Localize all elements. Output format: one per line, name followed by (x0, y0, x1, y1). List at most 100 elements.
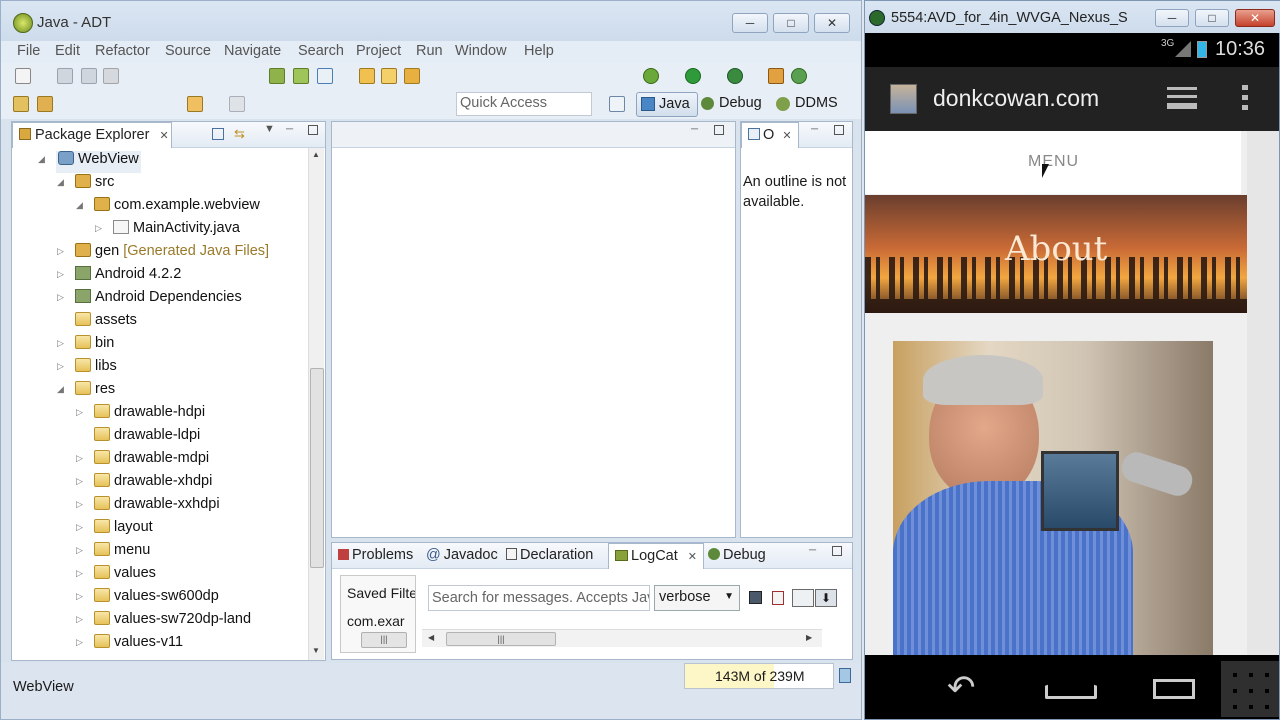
collapsed-arrow-icon[interactable]: ▷ (57, 361, 64, 372)
bottom-maximize-icon[interactable] (832, 546, 842, 556)
site-menu-button[interactable]: MENU (1028, 153, 1079, 171)
maximize-button[interactable]: □ (773, 13, 809, 33)
tree-item[interactable]: drawable-ldpi (94, 427, 200, 449)
view-menu-icon[interactable]: ▼ (264, 123, 275, 135)
filters-hscroll[interactable]: ||| (361, 632, 407, 648)
tree-scrollbar[interactable]: ▲ ▼ (308, 148, 324, 660)
open-type-icon[interactable] (13, 96, 29, 112)
expanded-arrow-icon[interactable]: ◢ (38, 154, 45, 165)
collapsed-arrow-icon[interactable]: ▷ (76, 476, 83, 487)
overflow-menu-icon[interactable] (1242, 85, 1248, 111)
expanded-arrow-icon[interactable]: ◢ (76, 200, 83, 211)
tree-item[interactable]: ▷ values-sw720dp-land (76, 611, 251, 633)
tab-debug[interactable]: Debug (702, 543, 772, 569)
open-perspective-icon[interactable] (609, 96, 625, 112)
tree-item[interactable]: ◢ src (57, 174, 114, 196)
new-xml-icon[interactable] (381, 68, 397, 84)
tree-item[interactable]: ▷ bin (57, 335, 114, 357)
tree-item[interactable]: ▷ Android 4.2.2 (57, 266, 181, 288)
collapsed-arrow-icon[interactable]: ▷ (76, 568, 83, 579)
logcat-search-input[interactable]: Search for messages. Accepts Jav (428, 585, 650, 611)
tree-item[interactable]: ▷ MainActivity.java (95, 220, 240, 242)
debug-run-icon[interactable] (643, 68, 659, 84)
collapsed-arrow-icon[interactable]: ▷ (76, 591, 83, 602)
menu-project[interactable]: Project (356, 43, 401, 59)
collapsed-arrow-icon[interactable]: ▷ (57, 269, 64, 280)
tree-item[interactable]: ◢ WebView (38, 151, 141, 173)
scroll-down-arrow-icon[interactable]: ▼ (312, 646, 320, 655)
back-icon[interactable]: ↶ (947, 671, 976, 705)
site-title[interactable]: donkcowan.com (933, 85, 1099, 112)
link-with-editor-icon[interactable]: ⇆ (234, 126, 245, 142)
page-scrollbar[interactable] (1247, 131, 1279, 655)
minimize-view-icon[interactable]: ─ (286, 124, 293, 135)
log-table-hscroll[interactable]: ◀ ||| ▶ (422, 629, 822, 647)
tree-item[interactable]: ▷ values (76, 565, 156, 587)
perspective-debug[interactable]: Debug (699, 92, 769, 117)
outline-minimize-icon[interactable]: ─ (811, 124, 818, 135)
new-test-icon[interactable] (404, 68, 420, 84)
tab-declaration[interactable]: Declaration (500, 543, 599, 569)
tree-item[interactable]: ▷ drawable-mdpi (76, 450, 209, 472)
scroll-up-arrow-icon[interactable]: ▲ (312, 150, 320, 159)
log-level-select[interactable]: verbose ▼ (654, 585, 740, 611)
print-icon[interactable] (103, 68, 119, 84)
tab-problems[interactable]: Problems (332, 543, 419, 569)
tree-item[interactable]: ▷ menu (76, 542, 150, 564)
menu-help[interactable]: Help (524, 43, 554, 59)
perspective-java[interactable]: Java (636, 92, 698, 117)
tree-item[interactable]: ▷ libs (57, 358, 117, 380)
tree-item[interactable]: ▷ drawable-xhdpi (76, 473, 212, 495)
collapsed-arrow-icon[interactable]: ▷ (76, 499, 83, 510)
home-icon[interactable] (1045, 677, 1097, 699)
editor-minimize-icon[interactable]: ─ (691, 124, 698, 135)
menu-search[interactable]: Search (298, 43, 344, 59)
tree-item[interactable]: ▷ Android Dependencies (57, 289, 242, 311)
collapsed-arrow-icon[interactable]: ▷ (57, 338, 64, 349)
filter-item[interactable]: com.exar (347, 613, 415, 629)
search-icon[interactable] (791, 68, 807, 84)
back-icon[interactable] (187, 96, 203, 112)
tabs-icon[interactable] (1167, 87, 1197, 109)
emulator-minimize-button[interactable]: ─ (1155, 9, 1189, 27)
close-logcat-icon[interactable]: ✕ (688, 551, 697, 563)
menu-refactor[interactable]: Refactor (95, 43, 150, 59)
clear-log-icon[interactable] (772, 591, 784, 605)
collapsed-arrow-icon[interactable]: ▷ (76, 522, 83, 533)
collapsed-arrow-icon[interactable]: ▷ (76, 614, 83, 625)
bottom-minimize-icon[interactable]: ─ (809, 545, 816, 556)
lint-icon[interactable] (317, 68, 333, 84)
close-outline-icon[interactable]: ✕ (782, 130, 791, 142)
menu-source[interactable]: Source (165, 43, 211, 59)
tree-item[interactable]: ▷ layout (76, 519, 153, 541)
scroll-lock-icon[interactable]: ⬇ (815, 589, 837, 607)
collapsed-arrow-icon[interactable]: ▷ (57, 292, 64, 303)
tab-package-explorer[interactable]: Package Explorer ✕ (12, 122, 172, 148)
collapse-all-icon[interactable] (212, 128, 224, 140)
forward-icon[interactable] (229, 96, 245, 112)
menu-file[interactable]: File (17, 43, 40, 59)
menu-window[interactable]: Window (455, 43, 507, 59)
save-log-icon[interactable] (749, 591, 762, 604)
minimize-button[interactable]: ─ (732, 13, 768, 33)
menu-navigate[interactable]: Navigate (224, 43, 281, 59)
maximize-view-icon[interactable] (308, 125, 318, 135)
tree-item[interactable]: ◢ res (57, 381, 115, 403)
close-tab-icon[interactable]: ✕ (159, 130, 168, 142)
gc-trash-icon[interactable] (839, 668, 851, 683)
android-sdk-icon[interactable] (269, 68, 285, 84)
new-android-project-icon[interactable] (359, 68, 375, 84)
expanded-arrow-icon[interactable]: ◢ (57, 177, 64, 188)
tab-logcat[interactable]: LogCat ✕ (608, 543, 705, 569)
scroll-left-arrow-icon[interactable]: ◀ (428, 633, 434, 642)
quick-access-input[interactable]: Quick Access (456, 92, 592, 116)
collapsed-arrow-icon[interactable]: ▷ (76, 453, 83, 464)
collapsed-arrow-icon[interactable]: ▷ (57, 246, 64, 257)
new-icon[interactable] (15, 68, 31, 84)
collapsed-arrow-icon[interactable]: ▷ (76, 407, 83, 418)
emulator-maximize-button[interactable]: □ (1195, 9, 1229, 27)
expanded-arrow-icon[interactable]: ◢ (57, 384, 64, 395)
save-icon[interactable] (57, 68, 73, 84)
tab-javadoc[interactable]: @ Javadoc (420, 543, 504, 569)
scroll-thumb[interactable] (310, 368, 324, 568)
